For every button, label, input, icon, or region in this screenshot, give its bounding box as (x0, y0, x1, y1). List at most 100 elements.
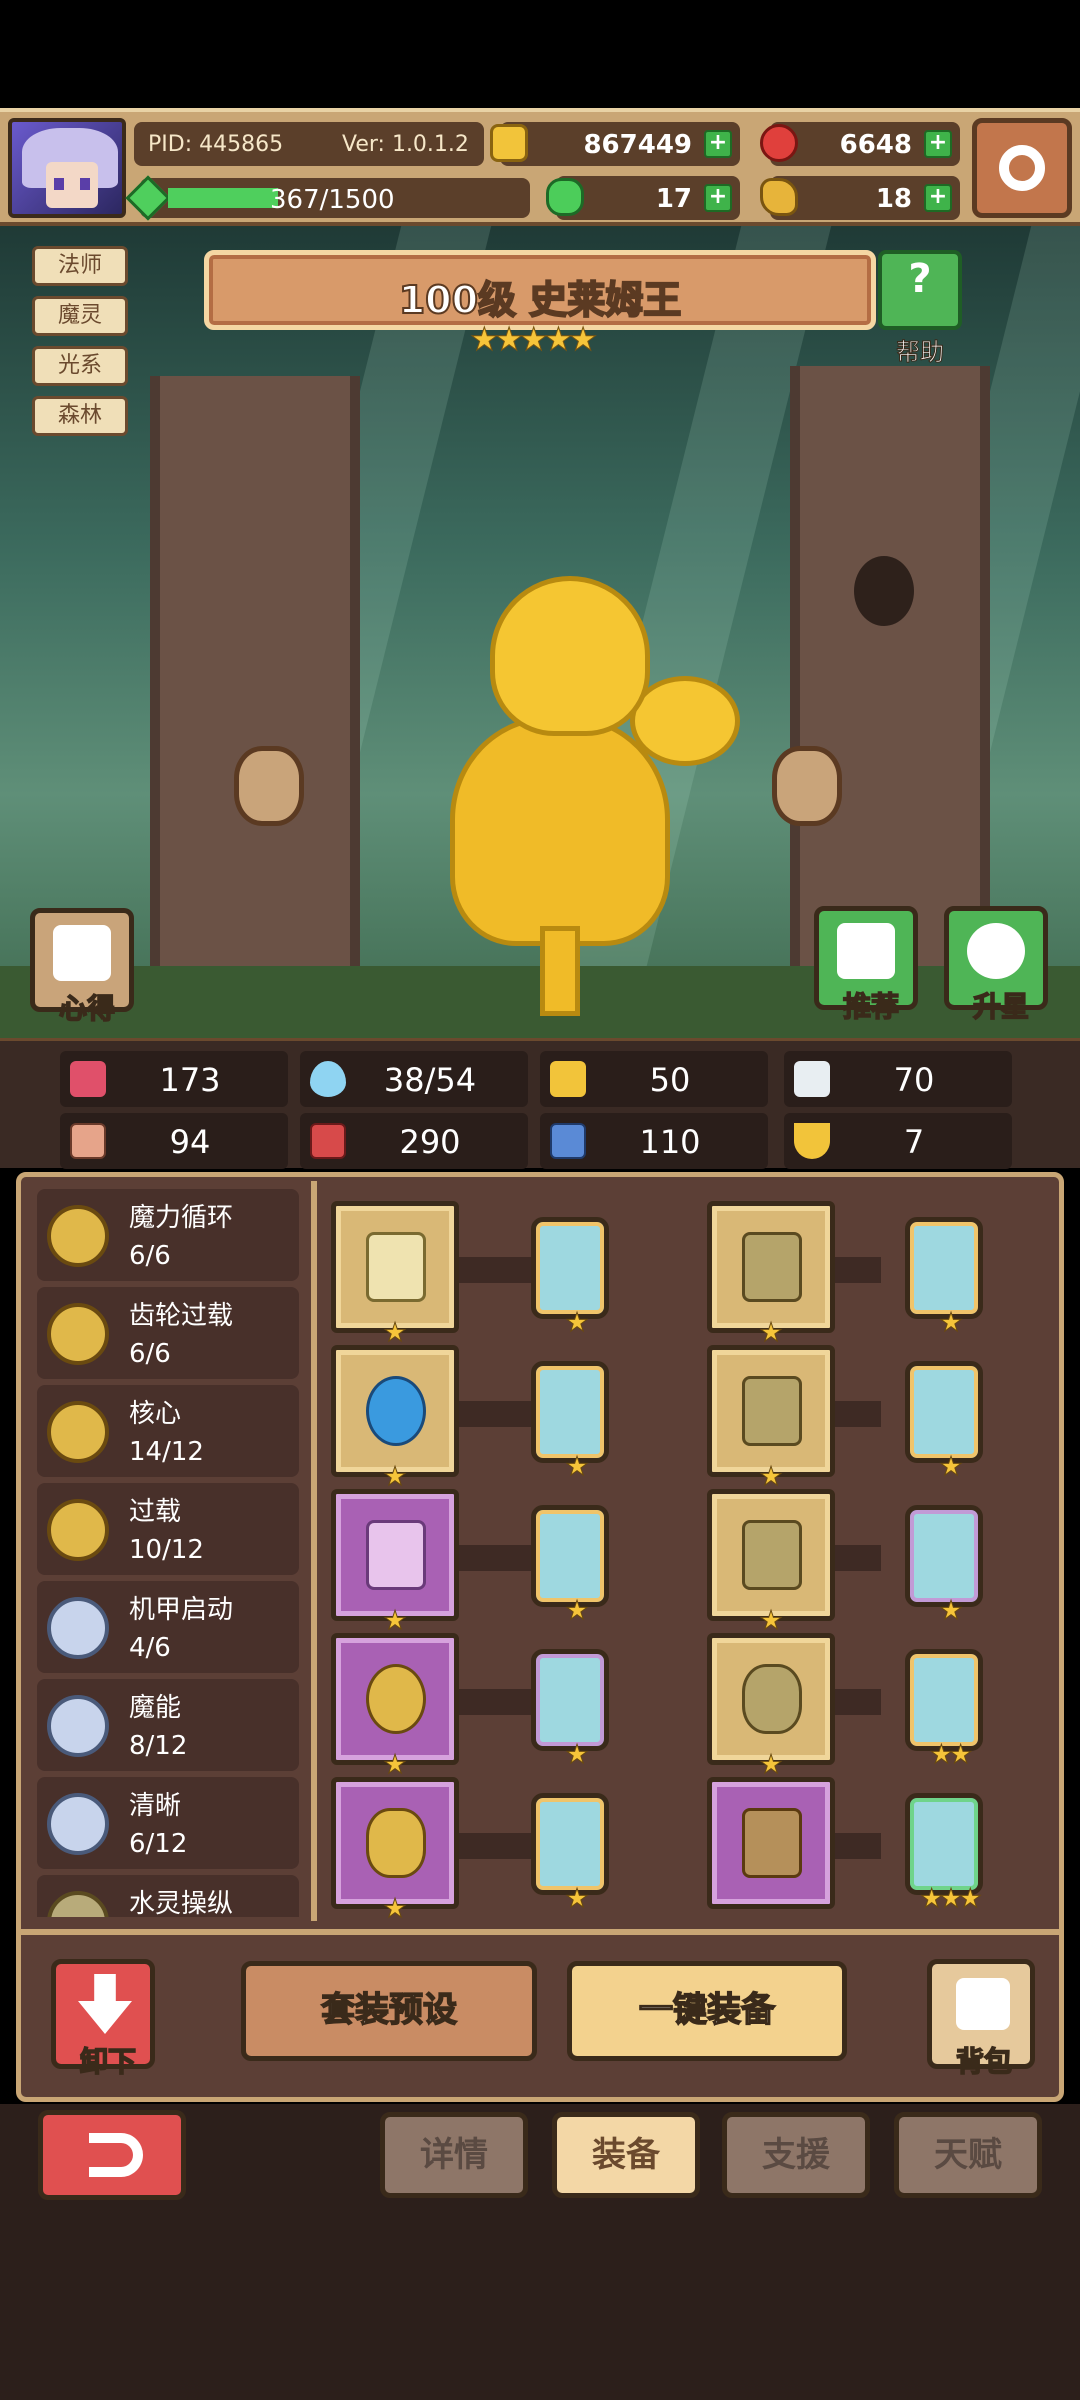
attack-value: 94 (169, 1123, 211, 1161)
slime-head (490, 576, 650, 736)
list-item[interactable]: 机甲启动 4/6 (37, 1581, 299, 1673)
rune-slot[interactable]: ★ (531, 1793, 609, 1915)
silver-emblem-icon (47, 1597, 109, 1659)
back-button[interactable] (38, 2110, 186, 2200)
equip-slot-weapon[interactable]: ★ (331, 1201, 459, 1349)
unequip-label: 卸下 (79, 2044, 137, 2079)
rune-slot[interactable]: ★ (531, 1361, 609, 1483)
insight-button[interactable]: 心得 (30, 908, 134, 1026)
hero-scene: 法师 魔灵 光系 森林 100级 史莱姆王 ★★★★★ ? 帮助 心得 推荐 升… (0, 226, 1080, 1038)
tree-trunk-right (790, 366, 990, 996)
rune-slot[interactable]: ★★★ (905, 1793, 983, 1915)
equip-star: ★ (759, 1318, 783, 1349)
help-label: 帮助 (896, 338, 945, 367)
hero-star-rating: ★★★★★ (469, 320, 597, 359)
belt-icon (742, 1664, 802, 1734)
tree-hole (854, 556, 914, 626)
list-item[interactable]: 齿轮过载 6/6 (37, 1287, 299, 1379)
equip-slot-amulet[interactable]: ★ (331, 1633, 459, 1781)
rune-star: ★ (939, 1452, 963, 1483)
equip-star: ★ (759, 1750, 783, 1781)
rune-star: ★★★ (920, 1884, 983, 1915)
add-gold-button[interactable]: + (704, 130, 732, 158)
rune-slot[interactable]: ★ (905, 1505, 983, 1627)
skill-name: 魔能 (129, 1693, 182, 1723)
player-avatar[interactable] (8, 118, 126, 218)
equip-star: ★ (383, 1318, 407, 1349)
rune-slot[interactable]: ★ (531, 1505, 609, 1627)
helmet-icon (742, 1232, 802, 1302)
set-preset-button[interactable]: 套装预设 (241, 1961, 537, 2061)
equip-slot-orb[interactable]: ★ (331, 1345, 459, 1493)
add-gem-button[interactable]: + (924, 130, 952, 158)
skill-count: 6/6 (129, 1339, 171, 1369)
version-label: Ver: 1.0.1.2 (342, 132, 469, 157)
armor-value: 110 (639, 1123, 701, 1161)
necklace-icon (366, 1520, 426, 1590)
prev-hero-arrow[interactable] (234, 746, 304, 826)
boots-icon (742, 1808, 802, 1878)
recommend-button[interactable]: 推荐 (814, 906, 918, 1024)
tab-talent[interactable]: 天赋 (894, 2112, 1042, 2198)
energy-fill (168, 188, 278, 208)
rune-slot[interactable]: ★★ (905, 1649, 983, 1771)
add-clover-button[interactable]: + (704, 184, 732, 212)
settings-button[interactable] (972, 118, 1072, 218)
return-arrow-icon (89, 2133, 143, 2177)
list-item[interactable]: 过载 10/12 (37, 1483, 299, 1575)
list-item[interactable]: 魔能 8/12 (37, 1679, 299, 1771)
list-item[interactable]: 魔力循环 6/6 (37, 1189, 299, 1281)
equip-slot-gauntlet[interactable]: ★ (707, 1489, 835, 1637)
bottom-nav: 详情 装备 支援 天赋 (0, 2104, 1080, 2400)
equip-slot-ring[interactable]: ★ (331, 1777, 459, 1925)
quick-equip-button[interactable]: 一键装备 (567, 1961, 847, 2061)
gold-value: 867449 (583, 130, 692, 160)
player-id: PID: 445865 (148, 132, 284, 157)
rune-slot[interactable]: ★ (531, 1649, 609, 1771)
equip-star: ★ (383, 1462, 407, 1493)
rune-star: ★ (939, 1596, 963, 1627)
backpack-button[interactable]: 背包 (927, 1959, 1035, 2079)
equip-slot-armor[interactable]: ★ (707, 1345, 835, 1493)
skill-count: 14/12 (129, 1437, 204, 1467)
equip-slot-helmet[interactable]: ★ (707, 1201, 835, 1349)
equip-link (451, 1257, 531, 1283)
tab-equipment[interactable]: 装备 (552, 2112, 700, 2198)
rune-slot[interactable]: ★ (905, 1361, 983, 1483)
equip-slot-necklace[interactable]: ★ (331, 1489, 459, 1637)
tag-type: 魔灵 (32, 296, 128, 336)
equip-slot-boots[interactable] (707, 1777, 835, 1909)
add-bag-item-button[interactable]: + (924, 184, 952, 212)
tab-details[interactable]: 详情 (380, 2112, 528, 2198)
magic-value: 290 (399, 1123, 461, 1161)
skill-count: 6/12 (129, 1829, 188, 1859)
bag-item-counter: 18 + (760, 176, 960, 220)
list-item[interactable]: 清晰 6/12 (37, 1777, 299, 1869)
next-hero-arrow[interactable] (772, 746, 842, 826)
gold-emblem-icon (47, 1499, 109, 1561)
armor-icon (742, 1376, 802, 1446)
tab-support[interactable]: 支援 (722, 2112, 870, 2198)
skill-name: 水灵操纵 (129, 1889, 234, 1917)
silver-emblem-icon (47, 1695, 109, 1757)
skill-count: 10/12 (129, 1535, 204, 1565)
help-button[interactable]: ? 帮助 (878, 250, 962, 367)
equipment-panel: 魔力循环 6/6 齿轮过载 6/6 核心 14/12 过载 10/12 机甲启动… (16, 1172, 1064, 2102)
clover-counter: 17 + (546, 176, 740, 220)
list-item[interactable]: 核心 14/12 (37, 1385, 299, 1477)
list-item[interactable]: 水灵操纵 (37, 1875, 299, 1917)
rune-star: ★ (939, 1308, 963, 1339)
skill-name: 机甲启动 (129, 1595, 234, 1625)
stat-magic: 290 (300, 1113, 528, 1169)
unequip-button[interactable]: 卸下 (51, 1959, 155, 2079)
clover-value: 17 (655, 184, 692, 214)
rune-slot[interactable]: ★ (531, 1217, 609, 1339)
orb-icon (366, 1376, 426, 1446)
set-bonus-list[interactable]: 魔力循环 6/6 齿轮过载 6/6 核心 14/12 过载 10/12 机甲启动… (37, 1189, 305, 1917)
gold-emblem-icon (47, 1401, 109, 1463)
equip-slot-belt[interactable]: ★ (707, 1633, 835, 1781)
rune-slot[interactable]: ★ (905, 1217, 983, 1339)
slime-king-character (400, 556, 740, 1016)
stat-speed: 70 (784, 1051, 1012, 1107)
upgrade-star-button[interactable]: 升星 (944, 906, 1048, 1024)
